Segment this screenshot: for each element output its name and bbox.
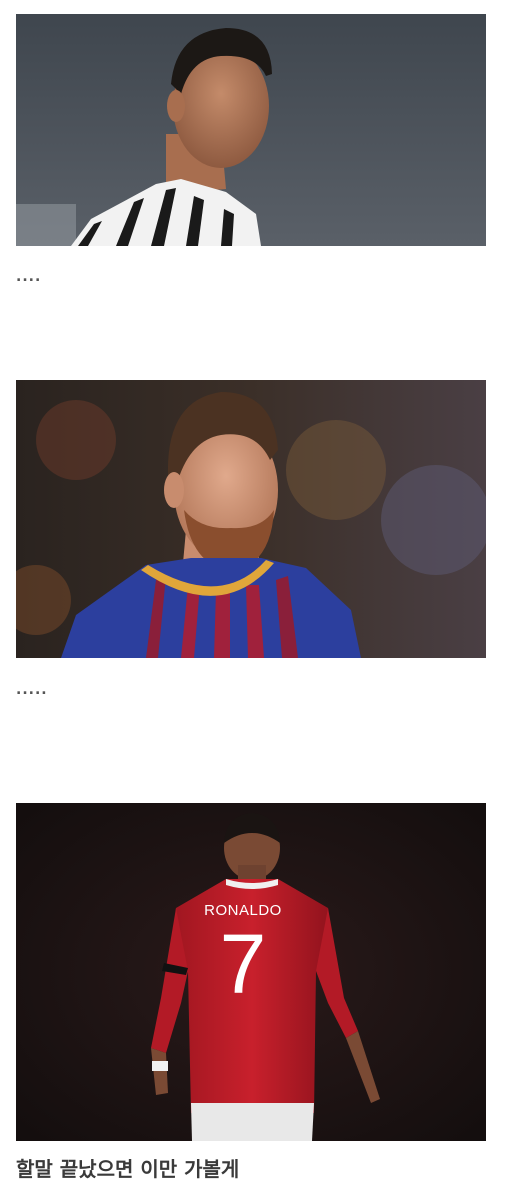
- ellipsis-text-2: .....: [16, 682, 48, 698]
- photo-ronaldo-juventus: [16, 14, 486, 246]
- ellipsis-text-1: ....: [16, 269, 42, 285]
- photo-messi-barcelona-graphic: [16, 380, 486, 658]
- photo-ronaldo-united-back: RONALDO 7: [16, 803, 486, 1141]
- jersey-number-text: 7: [220, 917, 267, 1011]
- photo-ronaldo-juventus-graphic: [16, 14, 486, 246]
- post-caption: 할말 끝났으면 이만 가볼게: [16, 1157, 240, 1181]
- photo-ronaldo-united-back-graphic: RONALDO 7: [16, 803, 486, 1141]
- photo-messi-barcelona: [16, 380, 486, 658]
